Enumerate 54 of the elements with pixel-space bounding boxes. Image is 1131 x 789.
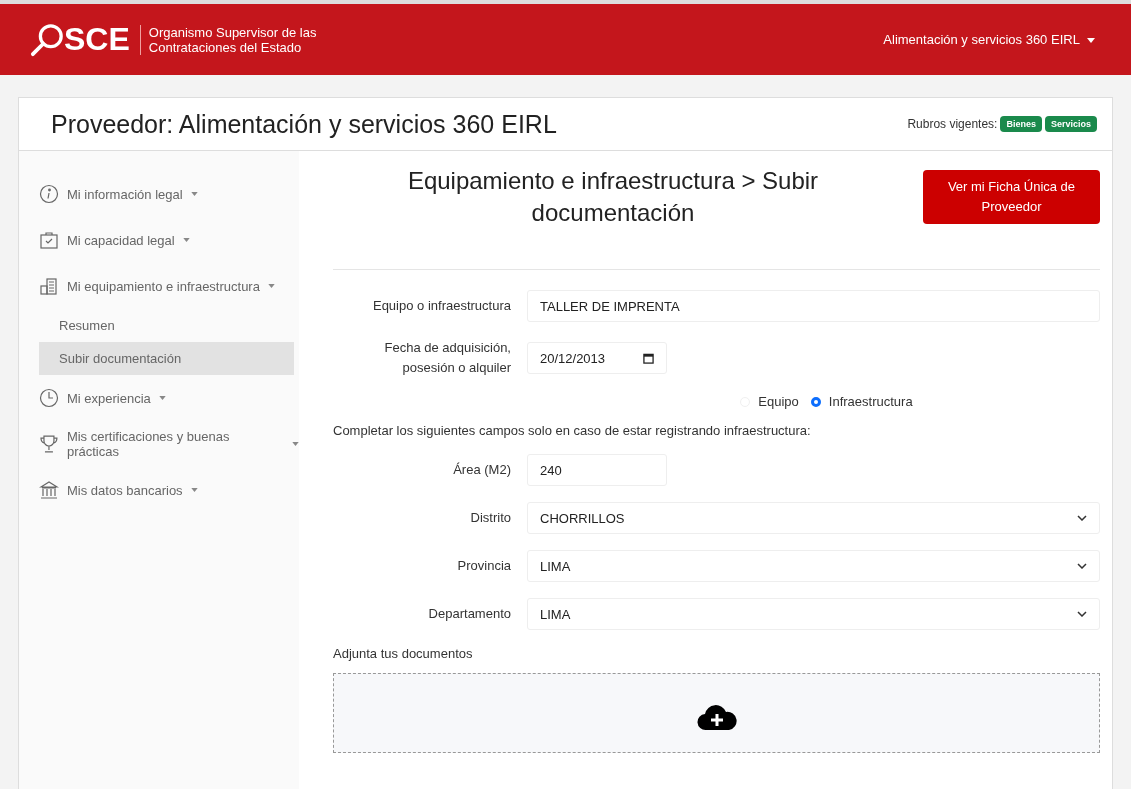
sidebar-item[interactable]: Mis datos bancarios: [39, 467, 299, 513]
caret-icon: [190, 192, 198, 196]
caret-icon: [292, 442, 299, 446]
cloud-upload-icon: [696, 702, 737, 732]
date-field[interactable]: 20/12/2013: [527, 342, 667, 374]
org-name: Organismo Supervisor de las: [148, 24, 317, 40]
select-field[interactable]: CHORRILLOS: [527, 502, 1100, 534]
caret-icon: [190, 488, 198, 492]
attach-label: Adjunta tus documentos: [333, 646, 474, 661]
submenu-item[interactable]: Resumen: [39, 309, 294, 342]
clock-icon: [39, 388, 59, 408]
page-title: Proveedor: Alimentación y servicios 360 EIRL: [51, 109, 557, 139]
radio-option[interactable]: Infraestructura: [810, 394, 913, 409]
sidebar-item[interactable]: Mis certificaciones y buenas prácticas: [39, 421, 299, 467]
instruction-text: Completar los siguientes campos solo en caso de estar registrando infraestructura:: [333, 423, 812, 438]
ficha-button[interactable]: Ver mi Ficha Única de Proveedor: [923, 170, 1100, 224]
field-label: Distrito: [469, 509, 511, 527]
select-field[interactable]: LIMA: [527, 550, 1100, 582]
caret-icon: [158, 396, 166, 400]
radio-option[interactable]: Equipo: [740, 394, 799, 409]
logo-text: SCE: [64, 21, 130, 58]
field-label: Provincia: [456, 557, 511, 575]
sidebar-item[interactable]: Mi capacidad legal: [39, 217, 299, 263]
chevron-down-icon: [1077, 515, 1087, 521]
org-name: Contrataciones del Estado: [148, 39, 303, 55]
section-heading: Equipamiento e infraestructura > Subir documentación: [406, 166, 820, 228]
field-label: Equipo o infraestructura: [371, 297, 511, 315]
sidebar-item[interactable]: Mi experiencia: [39, 375, 299, 421]
sidebar-item[interactable]: Mi información legal: [39, 171, 299, 217]
chevron-down-icon: [1077, 563, 1087, 569]
bag-icon: [39, 230, 59, 250]
caret-icon: [1087, 38, 1095, 44]
building-icon: [39, 276, 59, 296]
rubros-label: Rubros vigentes:: [907, 117, 998, 131]
user-menu[interactable]: Alimentación y servicios 360 EIRL: [877, 31, 1101, 48]
info-icon: [39, 184, 59, 204]
field-label: Fecha de adquisición, posesión o alquiler: [383, 339, 511, 377]
caret-icon: [267, 284, 275, 288]
chevron-down-icon: [1077, 611, 1087, 617]
field-label: Departamento: [427, 605, 511, 623]
text-field[interactable]: 240: [527, 454, 667, 486]
caret-icon: [182, 238, 190, 242]
tag: Bienes: [1000, 116, 1042, 132]
bank-icon: [39, 480, 59, 500]
submenu-item[interactable]: Subir documentación: [39, 342, 294, 375]
text-field[interactable]: TALLER DE IMPRENTA: [527, 290, 1100, 322]
select-field[interactable]: LIMA: [527, 598, 1100, 630]
upload-dropzone[interactable]: [333, 673, 1100, 753]
tag: Servicios: [1044, 116, 1097, 132]
trophy-icon: [39, 434, 59, 454]
sidebar-item[interactable]: Mi equipamiento e infraestructura: [39, 263, 299, 309]
calendar-icon: [643, 352, 654, 364]
field-label: Área (M2): [452, 461, 511, 479]
magnifier-icon: [30, 22, 64, 57]
